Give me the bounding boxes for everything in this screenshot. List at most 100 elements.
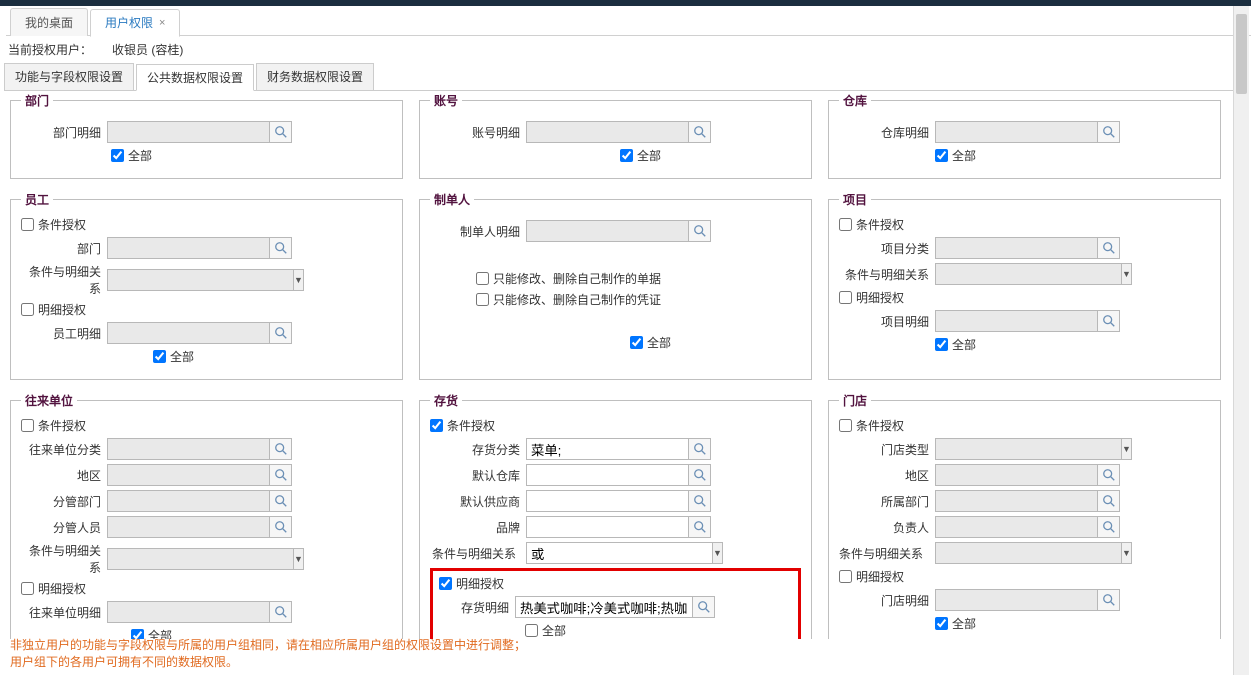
- search-icon[interactable]: [689, 121, 711, 143]
- search-icon[interactable]: [270, 322, 292, 344]
- employee-cond-auth-checkbox[interactable]: 条件授权: [21, 216, 392, 233]
- search-icon[interactable]: [270, 121, 292, 143]
- employee-dept-label: 部门: [21, 240, 101, 257]
- project-category-picker[interactable]: [935, 237, 1120, 259]
- search-icon[interactable]: [1098, 464, 1120, 486]
- shop-all-checkbox[interactable]: 全部: [935, 615, 976, 632]
- shop-detail-picker[interactable]: [935, 589, 1120, 611]
- employee-detail-picker[interactable]: [107, 322, 292, 344]
- inventory-cond-auth-checkbox[interactable]: 条件授权: [430, 417, 801, 434]
- partner-relation-dropdown[interactable]: ▼: [107, 548, 292, 570]
- employee-detail-auth-checkbox[interactable]: 明细授权: [21, 301, 392, 318]
- tab-user-permission[interactable]: 用户权限 ×: [90, 9, 180, 37]
- inventory-all-checkbox[interactable]: 全部: [525, 622, 566, 639]
- search-icon[interactable]: [270, 438, 292, 460]
- panel-maker: 制单人 制单人明细 只能修改、删除自己制作的单据 只能修改、删除自己制作的凭证 …: [419, 191, 812, 380]
- inventory-relation-input[interactable]: [526, 542, 713, 564]
- shop-cond-auth-checkbox[interactable]: 条件授权: [839, 417, 1210, 434]
- account-detail-input[interactable]: [526, 121, 689, 143]
- employee-all-checkbox[interactable]: 全部: [153, 348, 194, 365]
- warehouse-detail-input[interactable]: [935, 121, 1098, 143]
- search-icon[interactable]: [1098, 237, 1120, 259]
- project-detail-input[interactable]: [935, 310, 1098, 332]
- shop-dept-picker[interactable]: [935, 490, 1120, 512]
- search-icon[interactable]: [1098, 310, 1120, 332]
- chevron-down-icon[interactable]: ▼: [1122, 263, 1132, 285]
- employee-relation-input[interactable]: [107, 269, 294, 291]
- employee-detail-input[interactable]: [107, 322, 270, 344]
- account-all-checkbox[interactable]: 全部: [620, 147, 661, 164]
- employee-relation-dropdown[interactable]: ▼: [107, 269, 292, 291]
- chevron-down-icon[interactable]: ▼: [713, 542, 723, 564]
- search-icon[interactable]: [1098, 490, 1120, 512]
- project-relation-input[interactable]: [935, 263, 1122, 285]
- partner-detail-label: 往来单位明细: [21, 604, 101, 621]
- partner-detail-auth-checkbox[interactable]: 明细授权: [21, 580, 392, 597]
- project-category-label: 项目分类: [839, 240, 929, 257]
- search-icon[interactable]: [689, 464, 711, 486]
- inventory-detail-input[interactable]: [515, 596, 693, 618]
- shop-type-dropdown[interactable]: ▼: [935, 438, 1120, 460]
- search-icon[interactable]: [689, 438, 711, 460]
- search-icon[interactable]: [1098, 589, 1120, 611]
- shop-region-picker[interactable]: [935, 464, 1120, 486]
- inventory-default-wh-picker[interactable]: [526, 464, 711, 486]
- search-icon[interactable]: [693, 596, 715, 618]
- project-cond-auth-checkbox[interactable]: 条件授权: [839, 216, 1210, 233]
- chevron-down-icon[interactable]: ▼: [1122, 438, 1132, 460]
- search-icon[interactable]: [270, 516, 292, 538]
- search-icon[interactable]: [1098, 121, 1120, 143]
- partner-cond-auth-checkbox[interactable]: 条件授权: [21, 417, 392, 434]
- search-icon[interactable]: [270, 464, 292, 486]
- dept-detail-input[interactable]: [107, 121, 270, 143]
- partner-person-picker[interactable]: [107, 516, 292, 538]
- partner-detail-picker[interactable]: [107, 601, 292, 623]
- search-icon[interactable]: [689, 220, 711, 242]
- close-icon[interactable]: ×: [159, 17, 165, 29]
- shop-detail-auth-checkbox[interactable]: 明细授权: [839, 568, 1210, 585]
- project-detail-auth-checkbox[interactable]: 明细授权: [839, 289, 1210, 306]
- partner-region-picker[interactable]: [107, 464, 292, 486]
- search-icon[interactable]: [689, 490, 711, 512]
- vertical-scrollbar[interactable]: [1233, 6, 1249, 675]
- tab-desktop[interactable]: 我的桌面: [10, 8, 88, 36]
- maker-detail-picker[interactable]: [526, 220, 711, 242]
- inventory-category-input[interactable]: [526, 438, 689, 460]
- employee-dept-picker[interactable]: [107, 237, 292, 259]
- scrollbar-thumb[interactable]: [1236, 14, 1247, 94]
- search-icon[interactable]: [1098, 516, 1120, 538]
- maker-all-checkbox[interactable]: 全部: [630, 334, 671, 351]
- shop-relation-dropdown[interactable]: ▼: [935, 542, 1120, 564]
- project-all-checkbox[interactable]: 全部: [935, 336, 976, 353]
- inventory-default-supplier-picker[interactable]: [526, 490, 711, 512]
- dept-detail-picker[interactable]: [107, 121, 292, 143]
- project-detail-picker[interactable]: [935, 310, 1120, 332]
- chevron-down-icon[interactable]: ▼: [294, 548, 304, 570]
- inventory-default-wh-label: 默认仓库: [430, 467, 520, 484]
- partner-dept-picker[interactable]: [107, 490, 292, 512]
- search-icon[interactable]: [270, 601, 292, 623]
- inventory-detail-auth-checkbox[interactable]: 明细授权: [439, 575, 792, 592]
- shop-person-picker[interactable]: [935, 516, 1120, 538]
- search-icon[interactable]: [270, 490, 292, 512]
- chevron-down-icon[interactable]: ▼: [1122, 542, 1132, 564]
- maker-detail-input[interactable]: [526, 220, 689, 242]
- inventory-relation-dropdown[interactable]: ▼: [526, 542, 711, 564]
- account-detail-picker[interactable]: [526, 121, 711, 143]
- chevron-down-icon[interactable]: ▼: [294, 269, 304, 291]
- employee-detail-label: 员工明细: [21, 325, 101, 342]
- project-category-input[interactable]: [935, 237, 1098, 259]
- project-relation-dropdown[interactable]: ▼: [935, 263, 1120, 285]
- inventory-detail-picker[interactable]: [515, 596, 715, 618]
- warehouse-all-checkbox[interactable]: 全部: [935, 147, 976, 164]
- employee-dept-input[interactable]: [107, 237, 270, 259]
- maker-only-own-doc-checkbox[interactable]: 只能修改、删除自己制作的单据: [476, 270, 661, 287]
- inventory-brand-picker[interactable]: [526, 516, 711, 538]
- warehouse-detail-picker[interactable]: [935, 121, 1120, 143]
- dept-all-checkbox[interactable]: 全部: [111, 147, 152, 164]
- inventory-category-picker[interactable]: [526, 438, 711, 460]
- partner-category-picker[interactable]: [107, 438, 292, 460]
- maker-only-own-voucher-checkbox[interactable]: 只能修改、删除自己制作的凭证: [476, 291, 661, 308]
- search-icon[interactable]: [689, 516, 711, 538]
- search-icon[interactable]: [270, 237, 292, 259]
